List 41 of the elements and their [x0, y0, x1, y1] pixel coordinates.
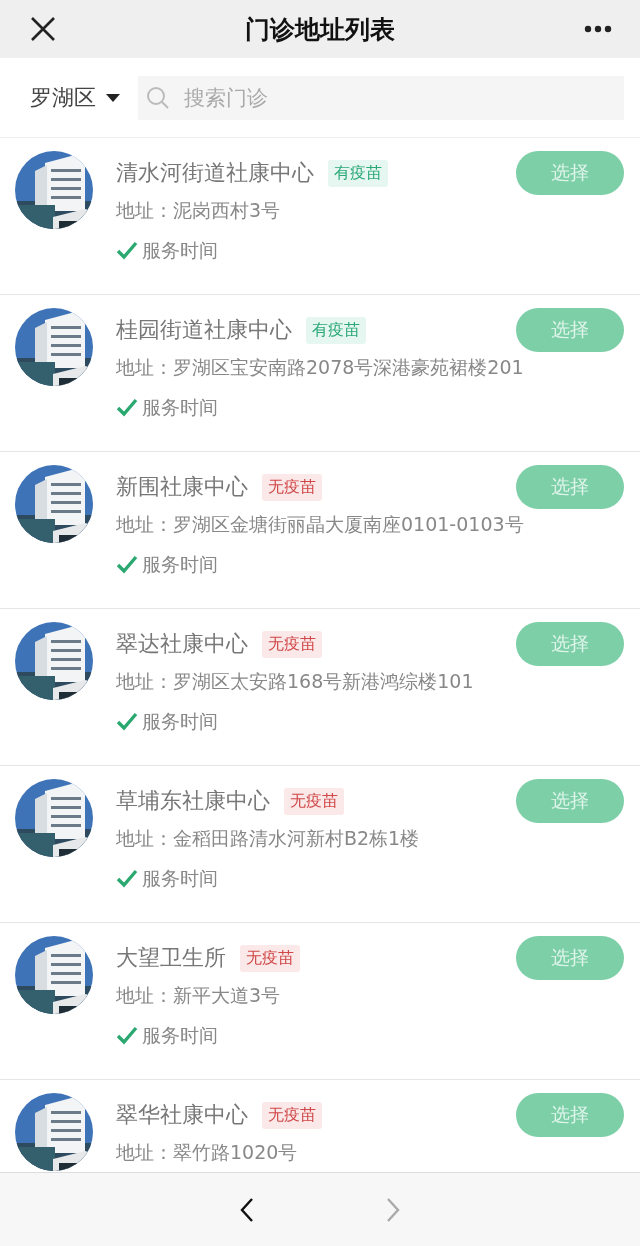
check-icon	[116, 241, 138, 261]
clinic-name: 清水河街道社康中心	[116, 159, 314, 187]
clinic-address: 地址：新平大道3号	[116, 983, 282, 1008]
clinic-name: 翠华社康中心	[116, 1101, 248, 1129]
search-icon	[146, 85, 170, 110]
page-title: 门诊地址列表	[245, 13, 395, 46]
clinic-name: 草埔东社康中心	[116, 787, 270, 815]
check-icon	[116, 1026, 138, 1046]
check-icon	[116, 712, 138, 732]
clinic-address: 地址：泥岗西村3号	[116, 198, 282, 223]
clinic-address: 地址：罗湖区太安路168号新港鸿综楼101	[116, 669, 475, 694]
vaccine-tag: 无疫苗	[262, 630, 322, 658]
check-icon	[116, 869, 138, 889]
service-time-link[interactable]: 服务时间	[142, 395, 218, 421]
clinic-address: 地址：金稻田路清水河新村B2栋1楼	[116, 826, 421, 851]
clinic-name: 翠达社康中心	[116, 630, 248, 658]
vaccine-tag: 有疫苗	[328, 159, 388, 187]
clinic-name: 大望卫生所	[116, 944, 226, 972]
back-icon[interactable]	[239, 1196, 255, 1223]
check-icon	[116, 398, 138, 418]
vaccine-tag: 无疫苗	[284, 787, 344, 815]
clinic-address: 地址：罗湖区宝安南路2078号深港豪苑裙楼201	[116, 355, 525, 380]
more-icon[interactable]	[584, 25, 612, 33]
service-time-link[interactable]: 服务时间	[142, 866, 218, 892]
search-field[interactable]: 搜索门诊	[138, 75, 624, 120]
clinic-address: 地址：罗湖区金塘街丽晶大厦南座0101-0103号	[116, 512, 525, 537]
vaccine-tag: 无疫苗	[262, 473, 322, 501]
service-time-link[interactable]: 服务时间	[142, 238, 218, 264]
check-icon	[116, 555, 138, 575]
district-dropdown[interactable]: 罗湖区	[30, 82, 120, 113]
caret-icon	[106, 93, 120, 102]
service-time-link[interactable]: 服务时间	[142, 709, 218, 735]
vaccine-tag: 无疫苗	[262, 1101, 322, 1129]
vaccine-tag: 有疫苗	[306, 316, 366, 344]
clinic-name: 桂园街道社康中心	[116, 316, 292, 344]
clinic-address: 地址：翠竹路1020号	[116, 1140, 299, 1165]
service-time-link[interactable]: 服务时间	[142, 552, 218, 578]
vaccine-tag: 无疫苗	[240, 944, 300, 972]
close-icon[interactable]	[30, 16, 56, 42]
service-time-link[interactable]: 服务时间	[142, 1023, 218, 1049]
clinic-name: 新围社康中心	[116, 473, 248, 501]
